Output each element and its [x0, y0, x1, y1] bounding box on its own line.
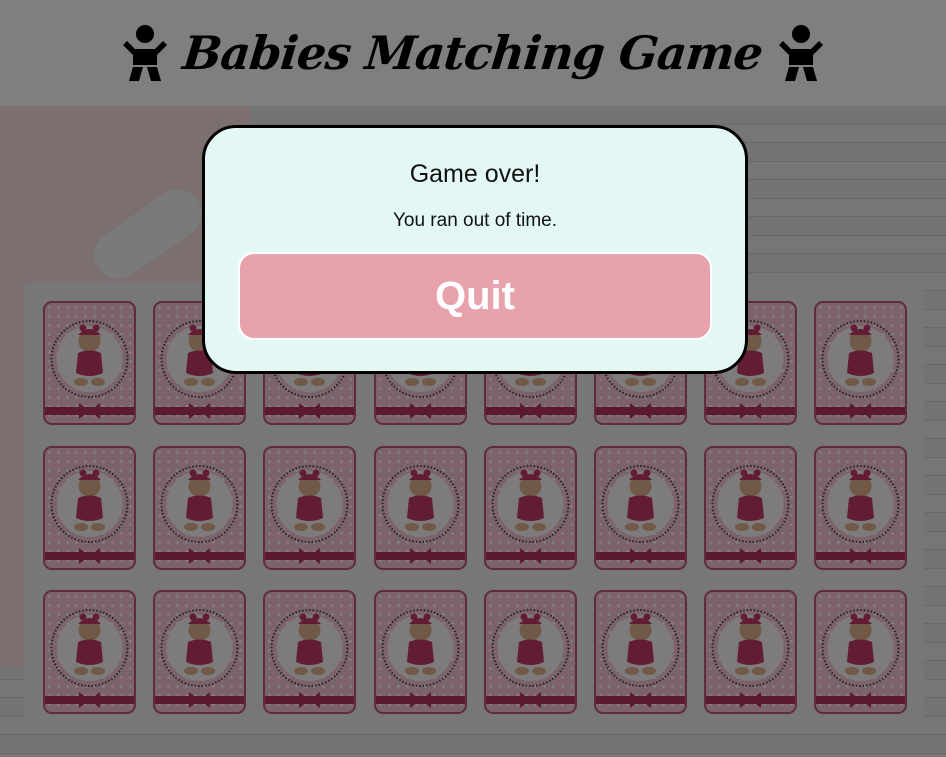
game-over-dialog: Game over! You ran out of time. Quit — [202, 125, 748, 374]
dialog-message: You ran out of time. — [392, 210, 558, 231]
quit-button[interactable]: Quit — [238, 252, 712, 340]
modal-overlay — [0, 0, 946, 757]
dialog-title: Game over! — [409, 160, 541, 188]
